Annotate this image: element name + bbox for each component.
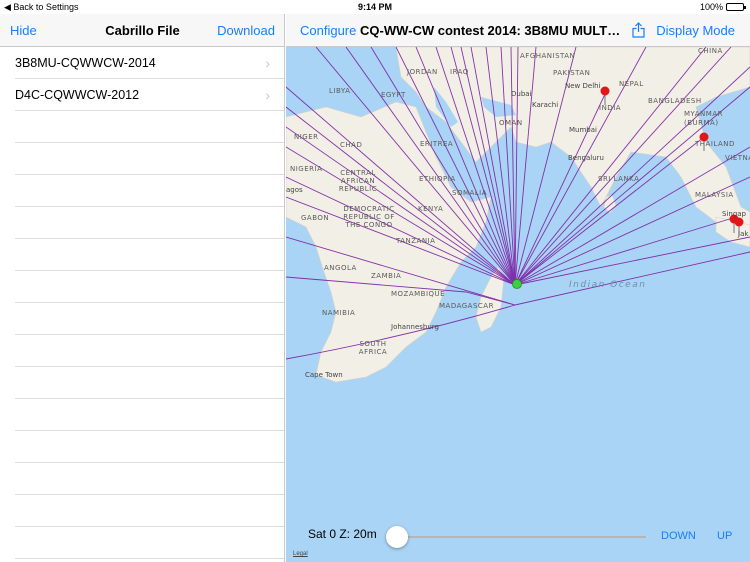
map-label: NEPAL xyxy=(619,80,644,88)
battery-icon xyxy=(726,3,746,11)
chevron-right-icon: › xyxy=(265,55,270,71)
map-label: KENYA xyxy=(418,205,444,213)
configure-button[interactable]: Configure xyxy=(300,14,356,47)
map-label: VIETNA xyxy=(725,154,750,162)
time-slider-track[interactable] xyxy=(394,536,646,538)
empty-row xyxy=(15,207,284,239)
map-label: LIBYA xyxy=(329,87,351,95)
file-list-pane: Hide Cabrillo File Download 3B8MU-CQWWCW… xyxy=(0,14,285,562)
empty-row xyxy=(15,303,284,335)
map-label: New Delhi xyxy=(565,82,601,90)
map-label: THAILAND xyxy=(695,140,735,148)
map-label: CHAD xyxy=(340,141,363,149)
map-label: agos xyxy=(286,186,303,194)
empty-row xyxy=(15,239,284,271)
map-label: Indian Ocean xyxy=(569,280,647,290)
map-label: EGYPT xyxy=(381,91,406,99)
legal-link[interactable]: Legal xyxy=(293,551,308,557)
left-navbar: Hide Cabrillo File Download xyxy=(0,14,284,47)
origin-marker xyxy=(512,279,522,289)
map-label: PAKISTAN xyxy=(553,69,591,77)
contest-title: CQ-WW-CW contest 2014: 3B8MU MULTI… xyxy=(360,23,622,38)
cabrillo-file-list: 3B8MU-CQWWCW-2014 › D4C-CQWWCW-2012 › xyxy=(0,47,284,559)
file-name: D4C-CQWWCW-2012 xyxy=(15,88,140,102)
empty-row xyxy=(15,463,284,495)
map-label: JORDAN xyxy=(407,68,438,76)
map-label: Karachi xyxy=(532,101,559,109)
map-view[interactable]: CHINA AFGHANISTAN PAKISTAN New Delhi NEP… xyxy=(286,47,750,562)
share-icon[interactable] xyxy=(632,22,645,38)
map-label: NIGER xyxy=(294,133,319,141)
map-label: Dubai xyxy=(511,90,532,98)
empty-row xyxy=(15,431,284,463)
map-label: Singap xyxy=(722,210,747,218)
empty-row xyxy=(15,111,284,143)
map-label: BANGLADESH xyxy=(648,97,702,105)
map-label: Jak xyxy=(738,230,749,238)
empty-row xyxy=(15,175,284,207)
time-slider-thumb[interactable] xyxy=(386,526,408,548)
display-mode-button[interactable]: Display Mode xyxy=(656,14,735,47)
map-label: NIGERIA xyxy=(290,165,323,173)
map-label: TANZANIA xyxy=(396,237,436,245)
map-label: ZAMBIA xyxy=(371,272,402,280)
up-button[interactable]: UP xyxy=(717,530,732,542)
empty-row xyxy=(15,143,284,175)
map-label: ERITREA xyxy=(420,140,454,148)
map-label: Johannesburg xyxy=(391,323,439,331)
map-label: OMAN xyxy=(499,119,523,127)
map-label: CHINA xyxy=(698,47,723,55)
list-item[interactable]: 3B8MU-CQWWCW-2014 › xyxy=(15,47,284,79)
map-label: Cape Town xyxy=(305,371,343,379)
list-item[interactable]: D4C-CQWWCW-2012 › xyxy=(15,79,284,111)
empty-row xyxy=(15,495,284,527)
download-button[interactable]: Download xyxy=(217,14,275,47)
map-label: AFGHANISTAN xyxy=(520,52,576,60)
empty-row xyxy=(15,271,284,303)
right-navbar: Configure CQ-WW-CW contest 2014: 3B8MU M… xyxy=(286,14,750,47)
map-label: ETHIOPIA xyxy=(419,175,456,183)
map-label: MYANMAR (BURMA) xyxy=(684,110,723,127)
battery-percent: 100% xyxy=(699,2,723,12)
map-label: INDIA xyxy=(599,104,622,112)
empty-row xyxy=(15,367,284,399)
status-bar: ◀ Back to Settings 9:14 PM 100% xyxy=(0,0,750,14)
status-time: 9:14 PM xyxy=(357,2,392,12)
empty-row xyxy=(15,527,284,559)
empty-row xyxy=(15,335,284,367)
map-label: CENTRAL AFRICAN REPUBLIC xyxy=(338,169,378,193)
map-label: Mumbai xyxy=(569,126,597,134)
map-label: SOMALIA xyxy=(452,189,488,197)
empty-row xyxy=(15,399,284,431)
chevron-right-icon: › xyxy=(265,87,270,103)
map-label: IRAQ xyxy=(450,68,469,76)
map-label: GABON xyxy=(301,214,330,222)
map-label: ANGOLA xyxy=(324,264,357,272)
map-label: NAMIBIA xyxy=(322,309,356,317)
sat-zoom-label: Sat 0 Z: 20m xyxy=(308,527,377,541)
map-label: SOUTH AFRICA xyxy=(358,340,388,356)
file-name: 3B8MU-CQWWCW-2014 xyxy=(15,56,156,70)
map-label: DEMOCRATIC REPUBLIC OF THE CONGO xyxy=(343,205,395,229)
down-button[interactable]: DOWN xyxy=(661,530,696,542)
map-pane: Configure CQ-WW-CW contest 2014: 3B8MU M… xyxy=(286,14,750,562)
map-label: MADAGASCAR xyxy=(439,302,494,310)
map-label: MOZAMBIQUE xyxy=(391,290,446,298)
propagation-controls: Sat 0 Z: 20m DOWN UP xyxy=(286,511,750,551)
battery-indicator: 100% xyxy=(699,0,746,14)
map-label: SRI LANKA xyxy=(598,175,640,183)
map-label: Bengaluru xyxy=(568,154,604,162)
map-label: MALAYSIA xyxy=(695,191,734,199)
